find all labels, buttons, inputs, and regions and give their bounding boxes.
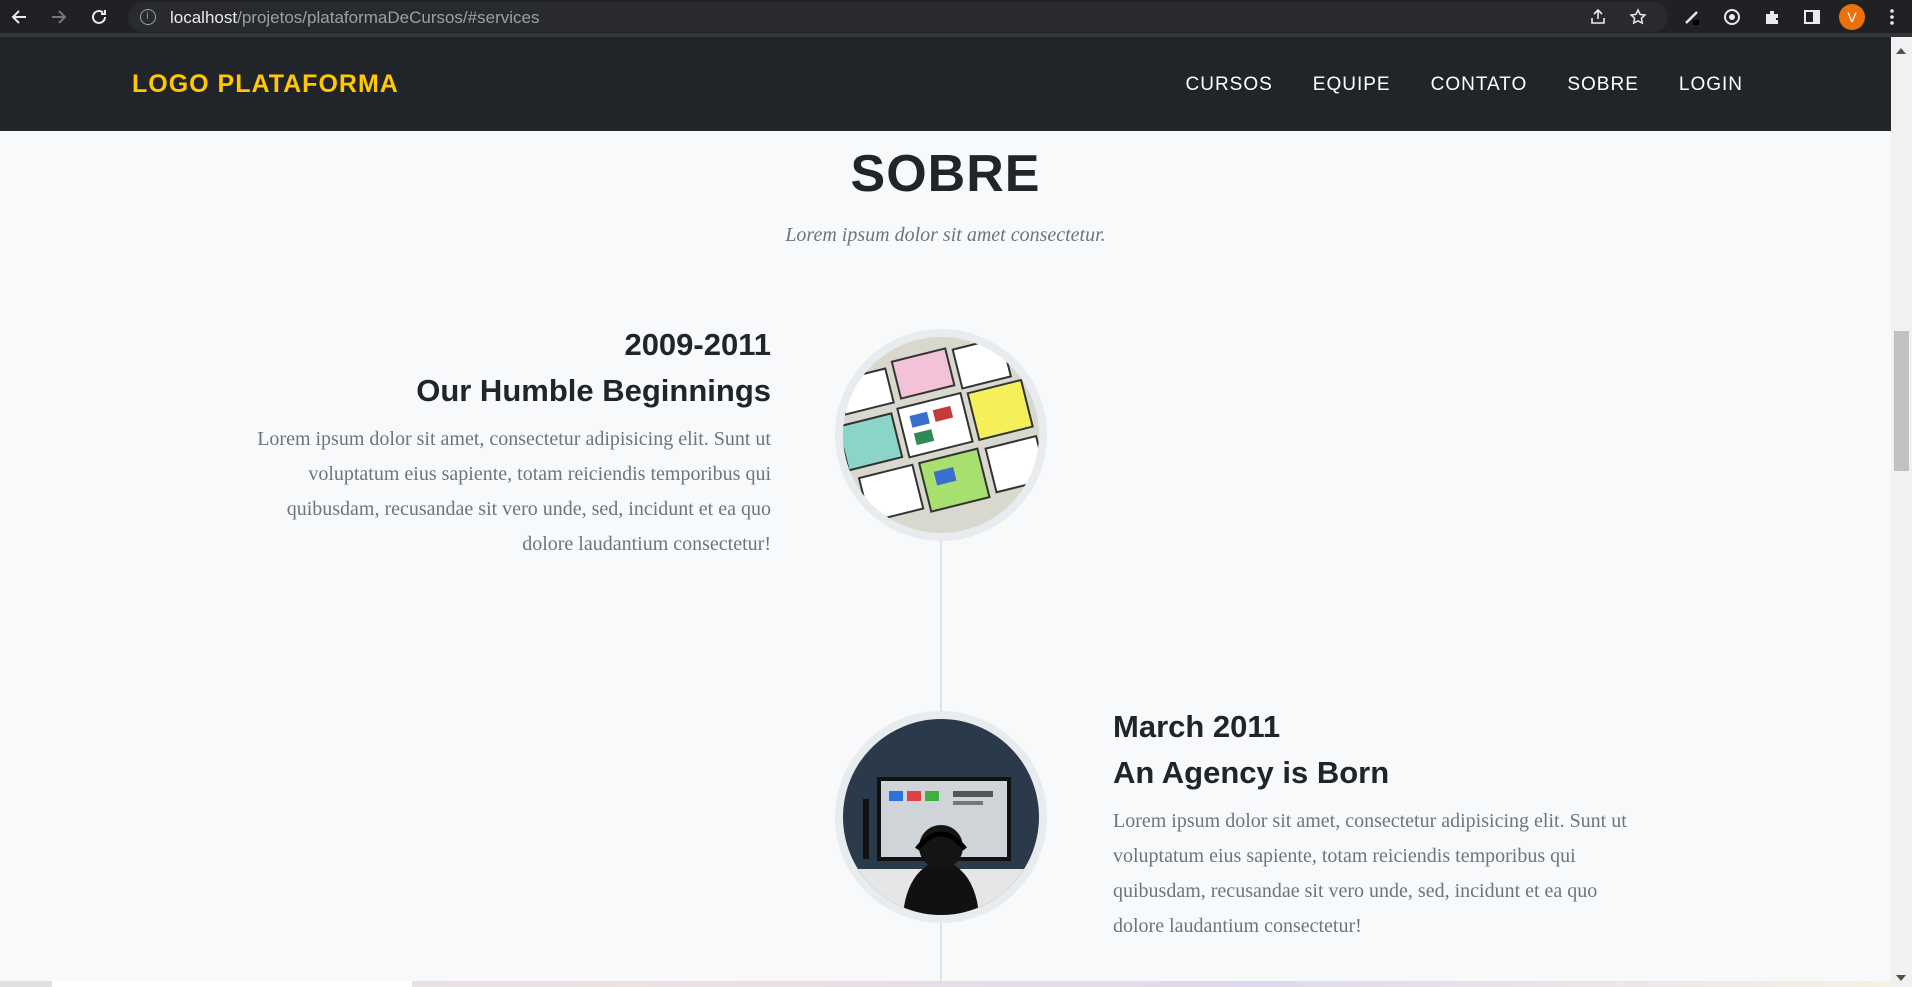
scroll-thumb[interactable] <box>1894 331 1909 471</box>
timeline-image-2 <box>835 711 1047 923</box>
nav-item-cursos[interactable]: CURSOS <box>1186 74 1273 96</box>
nav-item-sobre[interactable]: SOBRE <box>1567 74 1639 96</box>
scroll-up-arrow-icon[interactable] <box>1896 48 1906 54</box>
person-at-computer-image <box>843 719 1039 915</box>
timeline-date: March 2011 <box>1113 709 1281 744</box>
section-subtitle: Lorem ipsum dolor sit amet consectetur. <box>785 224 1106 246</box>
timeline-entry-2: March 2011 An Agency is Born Lorem ipsum… <box>1113 704 1653 944</box>
site-logo[interactable]: LOGO PLATAFORMA <box>132 70 399 99</box>
timeline-image-1 <box>835 329 1047 541</box>
timeline-body: Lorem ipsum dolor sit amet, consectetur … <box>1113 810 1627 937</box>
back-icon[interactable] <box>2 0 36 34</box>
nav-menu: CURSOS EQUIPE CONTATO SOBRE LOGIN <box>1146 74 1744 96</box>
site-navbar: LOGO PLATAFORMA CURSOS EQUIPE CONTATO SO… <box>0 37 1891 131</box>
pen-extension-icon[interactable] <box>1672 0 1712 34</box>
extensions-puzzle-icon[interactable] <box>1752 0 1792 34</box>
nav-item-equipe[interactable]: EQUIPE <box>1313 74 1391 96</box>
extension-globe-icon[interactable] <box>1712 0 1752 34</box>
section-title: SOBRE <box>850 145 1041 203</box>
page-scrollbar[interactable] <box>1891 37 1912 987</box>
scroll-down-arrow-icon[interactable] <box>1896 975 1906 981</box>
nav-item-login[interactable]: LOGIN <box>1679 74 1743 96</box>
site-info-icon[interactable] <box>140 9 156 25</box>
reload-icon[interactable] <box>82 0 116 34</box>
forward-icon[interactable] <box>42 0 76 34</box>
side-panel-icon[interactable] <box>1792 0 1832 34</box>
share-icon[interactable] <box>1578 0 1618 34</box>
timeline-entry-1: 2009-2011 Our Humble Beginnings Lorem ip… <box>240 322 771 562</box>
wireframe-sketches-image <box>843 337 1039 533</box>
timeline-heading: An Agency is Born <box>1113 755 1390 790</box>
more-menu-icon[interactable] <box>1872 0 1912 34</box>
timeline-body: Lorem ipsum dolor sit amet, consectetur … <box>257 428 771 555</box>
nav-item-contato[interactable]: CONTATO <box>1431 74 1528 96</box>
bottom-strip <box>0 981 1891 987</box>
timeline-heading: Our Humble Beginnings <box>416 373 771 408</box>
address-bar[interactable]: localhost/projetos/plataformaDeCursos/#s… <box>128 2 1668 32</box>
url-text: localhost/projetos/plataformaDeCursos/#s… <box>170 8 540 27</box>
browser-toolbar: localhost/projetos/plataformaDeCursos/#s… <box>0 0 1912 37</box>
bookmark-star-icon[interactable] <box>1618 0 1658 34</box>
profile-initial: V <box>1839 4 1865 30</box>
timeline-date: 2009-2011 <box>624 327 771 362</box>
profile-avatar[interactable]: V <box>1832 0 1872 34</box>
